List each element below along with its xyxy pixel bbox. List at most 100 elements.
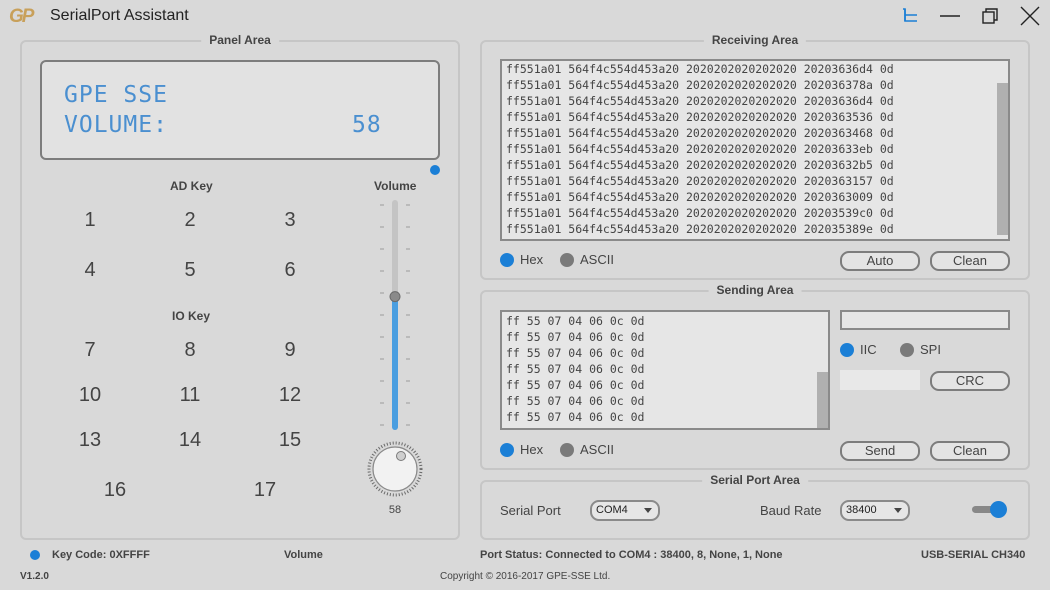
receive-ascii-label: ASCII: [580, 252, 614, 267]
text-line: ff551a01 564f4c554d453a20 20202020202020…: [506, 190, 894, 204]
sending-area-title: Sending Area: [708, 283, 802, 297]
send-button[interactable]: Send: [840, 441, 920, 461]
receive-hex-radio[interactable]: Hex: [500, 252, 543, 267]
io-key-10[interactable]: 10: [70, 384, 110, 407]
receive-ascii-radio[interactable]: ASCII: [560, 252, 614, 267]
radio-unselected-icon: [560, 442, 574, 457]
text-line: ff 55 07 04 06 0c 0d: [506, 378, 645, 392]
volume-value: 58: [388, 504, 402, 516]
text-line: ff551a01 564f4c554d453a20 20202020202020…: [506, 110, 894, 124]
receive-clean-button[interactable]: Clean: [930, 251, 1010, 271]
close-button[interactable]: [1016, 4, 1044, 28]
send-ascii-label: ASCII: [580, 442, 614, 457]
ad-key-4[interactable]: 4: [70, 259, 110, 282]
text-line: ff551a01 564f4c554d453a20 20202020202020…: [506, 94, 894, 108]
chevron-down-icon: [644, 508, 652, 513]
auto-button[interactable]: Auto: [840, 251, 920, 271]
io-key-14[interactable]: 14: [170, 429, 210, 452]
receiving-area-title: Receiving Area: [703, 33, 807, 47]
volume-thumb: [389, 291, 401, 303]
text-line: ff 55 07 04 06 0c 0d: [506, 346, 645, 360]
send-textbox[interactable]: ff 55 07 04 06 0c 0d ff 55 07 04 06 0c 0d…: [500, 310, 830, 430]
radio-selected-icon: [500, 252, 514, 267]
connection-toggle[interactable]: [972, 501, 1008, 519]
text-line: ff551a01 564f4c554d453a20 20202020202020…: [506, 78, 894, 92]
pin-button[interactable]: [896, 4, 924, 28]
receive-hex-label: Hex: [520, 252, 544, 267]
io-key-7[interactable]: 7: [70, 339, 110, 362]
baud-rate-label: Baud Rate: [760, 503, 822, 518]
pin-icon: [903, 8, 917, 22]
crc-input[interactable]: [840, 370, 920, 390]
lcd-display: GPE SSE VOLUME: 58: [40, 60, 440, 160]
send-clean-button[interactable]: Clean: [930, 441, 1010, 461]
text-line: ff551a01 564f4c554d453a20 20202020202020…: [506, 158, 894, 172]
radio-unselected-icon: [900, 342, 914, 357]
receive-scroll-thumb[interactable]: [997, 83, 1008, 235]
iic-label: IIC: [860, 342, 877, 357]
chevron-down-icon: [894, 508, 902, 513]
io-key-9[interactable]: 9: [270, 339, 310, 362]
address-input[interactable]: [840, 310, 1010, 330]
text-line: ff 55 07 04 06 0c 0d: [506, 330, 645, 344]
io-key-15[interactable]: 15: [270, 429, 310, 452]
io-key-16[interactable]: 16: [95, 479, 135, 502]
radio-unselected-icon: [560, 252, 574, 267]
text-line: ff 55 07 04 06 0c 0d: [506, 410, 645, 424]
text-line: ff551a01 564f4c554d453a20 20202020202020…: [506, 126, 894, 140]
key-code-indicator: [30, 550, 40, 560]
send-scrollbar[interactable]: [817, 312, 828, 428]
text-line: ff551a01 564f4c554d453a20 20202020202020…: [506, 174, 894, 188]
ad-key-3[interactable]: 3: [270, 209, 310, 232]
text-line: ff551a01 564f4c554d453a20 20202020202020…: [506, 62, 894, 76]
serial-port-area: Serial Port Area: [480, 473, 1030, 540]
io-key-12[interactable]: 12: [270, 384, 310, 407]
serial-port-label: Serial Port: [500, 503, 561, 518]
minimize-button[interactable]: [936, 4, 964, 28]
version-text: V1.2.0: [20, 571, 49, 582]
receive-scrollbar[interactable]: [997, 61, 1008, 239]
key-code-text: Key Code: 0XFFFF: [52, 549, 150, 561]
status-volume-text: Volume: [284, 549, 323, 561]
restore-button[interactable]: [976, 4, 1004, 28]
iic-radio[interactable]: IIC: [840, 342, 877, 357]
io-key-13[interactable]: 13: [70, 429, 110, 452]
serial-port-value: COM4: [596, 504, 628, 516]
volume-knob[interactable]: [365, 441, 425, 497]
ad-key-5[interactable]: 5: [170, 259, 210, 282]
baud-rate-select[interactable]: 38400: [840, 500, 910, 521]
io-key-label: IO Key: [172, 309, 211, 323]
device-name-text: USB-SERIAL CH340: [921, 549, 1026, 561]
port-status-text: Port Status: Connected to COM4 : 38400, …: [480, 549, 783, 561]
io-key-8[interactable]: 8: [170, 339, 210, 362]
text-line: ff 55 07 04 06 0c 0d: [506, 314, 645, 328]
io-key-11[interactable]: 11: [170, 384, 210, 407]
radio-selected-icon: [500, 442, 514, 457]
minimize-icon: [940, 15, 960, 17]
serial-port-select[interactable]: COM4: [590, 500, 660, 521]
lcd-line-1: GPE SSE: [64, 82, 168, 108]
ad-key-1[interactable]: 1: [70, 209, 110, 232]
text-line: ff551a01 564f4c554d453a20 20202020202020…: [506, 222, 894, 236]
ad-key-2[interactable]: 2: [170, 209, 210, 232]
baud-rate-value: 38400: [846, 504, 877, 516]
io-key-17[interactable]: 17: [245, 479, 285, 502]
panel-status-indicator: [430, 165, 440, 175]
text-line: ff 55 07 04 06 0c 0d: [506, 362, 645, 376]
ad-key-6[interactable]: 6: [270, 259, 310, 282]
spi-radio[interactable]: SPI: [900, 342, 941, 357]
app-title: SerialPort Assistant: [50, 7, 189, 24]
crc-button[interactable]: CRC: [930, 371, 1010, 391]
send-scroll-thumb[interactable]: [817, 372, 828, 428]
copyright-text: Copyright © 2016-2017 GPE-SSE Ltd.: [440, 571, 611, 582]
radio-selected-icon: [840, 342, 854, 357]
title-bar: GP SerialPort Assistant: [0, 0, 1050, 32]
send-hex-radio[interactable]: Hex: [500, 442, 543, 457]
close-icon: [1020, 6, 1040, 26]
send-ascii-radio[interactable]: ASCII: [560, 442, 614, 457]
send-hex-label: Hex: [520, 442, 544, 457]
volume-slider[interactable]: [370, 195, 420, 440]
text-line: ff 55 07 04 06 0c 0d: [506, 394, 645, 408]
receive-textbox[interactable]: ff551a01 564f4c554d453a20 20202020202020…: [500, 59, 1010, 241]
spi-label: SPI: [920, 342, 941, 357]
